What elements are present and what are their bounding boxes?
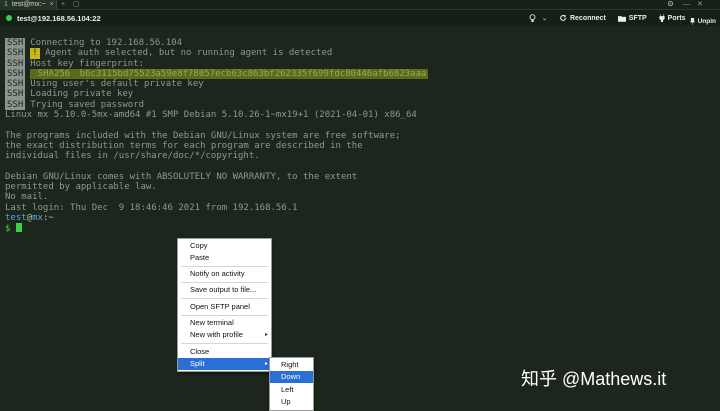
folder-icon [617,15,626,22]
ssh-log-line: SSH Trying saved password [5,99,145,111]
warning-badge: ! [30,48,40,59]
lightbulb-icon [529,13,536,22]
submenu-arrow-icon: ▸ [264,361,268,367]
terminal-output[interactable]: SSH Connecting to 192.168.56.104 SSH! Age… [5,38,715,234]
window-tab-strip: 1 test@mx:~ × + ▢ — ✕ [0,0,720,10]
last-login-line: Last login: Thu Dec 9 18:46:46 2021 from… [5,202,298,213]
close-icon[interactable]: ✕ [697,0,703,9]
ssh-badge: SSH [5,89,26,100]
pin-icon [689,17,695,25]
terminal-cursor [15,223,22,233]
unpin-button[interactable]: Unpin [689,17,716,25]
ssh-badge: SSH [5,99,26,111]
restore-icon[interactable]: ▢ [73,0,80,9]
minimize-icon[interactable]: — [683,0,690,9]
new-tab-button[interactable]: + [61,0,65,9]
menu-item-paste[interactable]: Paste [178,252,271,264]
session-title: test@192.168.56.104:22 [17,13,101,23]
menu-item-split[interactable]: Split ▸ [178,358,271,370]
tab-number: 1 [4,1,8,8]
watermark: 知乎 @Mathews.it [521,369,667,389]
ssh-log-line: SSH Host key fingerprint: [5,58,145,69]
menu-item-save-output[interactable]: Save output to file... [178,284,271,296]
ssh-log-line: SSH Connecting to 192.168.56.104 [5,38,182,49]
motd-line: individual files in /usr/share/doc/*/cop… [5,151,260,162]
split-right-item[interactable]: Right [270,359,313,371]
ssh-log-line: SSH SHA256 b6c3115bd75523a59e8f78057ecb6… [5,68,715,80]
sftp-label: SFTP [628,14,647,22]
menu-separator [181,298,268,299]
motd-line: the exact distribution terms for each pr… [5,140,363,151]
reconnect-icon [560,14,567,21]
uname-line: Linux mx 5.10.0-5mx-amd64 #1 SMP Debian … [5,110,417,121]
ssh-badge: SSH [5,79,26,90]
connection-status-icon [6,15,12,21]
ssh-badge: SSH [5,38,26,49]
split-down-item[interactable]: Down [270,371,313,383]
shell-prompt: test@mx:~ [5,213,54,224]
reconnect-label: Reconnect [569,14,606,22]
menu-separator [181,266,268,267]
ports-label: Ports [667,14,686,22]
fingerprint-hash: b6c3115bd75523a59e8f78057ecb63c863bf2623… [77,68,429,79]
tab-close-icon[interactable]: × [50,1,54,8]
context-menu: Copy Paste Notify on activity Save outpu… [177,238,272,372]
ssh-badge: SSH [5,68,26,80]
menu-item-close[interactable]: Close [178,346,271,358]
menu-item-new-terminal[interactable]: New terminal [178,317,271,329]
motd-line: permitted by applicable law. [5,182,157,193]
ssh-badge: SSH [5,58,26,69]
chevron-down-icon: ⌄ [541,15,547,22]
split-left-item[interactable]: Left [270,384,313,396]
menu-separator [181,315,268,316]
plug-icon [659,14,665,22]
split-submenu: Right Down Left Up [269,357,314,411]
ssh-log-line: SSH Using user's default private key [5,79,204,90]
unpin-label: Unpin [697,17,716,25]
motd-line: Debian GNU/Linux comes with ABSOLUTELY N… [5,171,358,182]
gear-icon[interactable] [667,0,674,9]
tab-test-mx[interactable]: 1 test@mx:~ × [0,0,57,9]
reconnect-button[interactable]: Reconnect [559,14,606,22]
motd-line: The programs included with the Debian GN… [5,130,401,141]
session-toolbar: ⌄ Reconnect SFTP Ports Unpin [529,10,720,26]
menu-item-copy[interactable]: Copy [178,240,271,252]
bulb-menu-button[interactable]: ⌄ [529,13,547,23]
mail-line: No mail. [5,192,49,203]
prompt-symbol: $ [5,224,11,235]
input-line[interactable]: $ [5,223,715,235]
session-header: test@192.168.56.104:22 ⌄ Reconnect SFTP … [0,10,720,26]
split-up-item[interactable]: Up [270,396,313,408]
submenu-arrow-icon: ▸ [264,332,268,338]
fingerprint-label: SHA256 [30,68,78,79]
menu-separator [181,343,268,344]
menu-item-notify-activity[interactable]: Notify on activity [178,268,271,280]
tab-title: test@mx:~ [11,1,46,8]
ssh-log-line: SSH Loading private key [5,89,134,100]
ports-button[interactable]: Ports [659,14,686,22]
menu-separator [181,282,268,283]
ssh-log-line: SSH! Agent auth selected, but no running… [5,48,333,59]
sftp-button[interactable]: SFTP [617,14,647,22]
menu-item-open-sftp[interactable]: Open SFTP panel [178,301,271,313]
menu-item-new-with-profile[interactable]: New with profile ▸ [178,329,271,341]
ssh-badge: SSH [5,48,26,59]
